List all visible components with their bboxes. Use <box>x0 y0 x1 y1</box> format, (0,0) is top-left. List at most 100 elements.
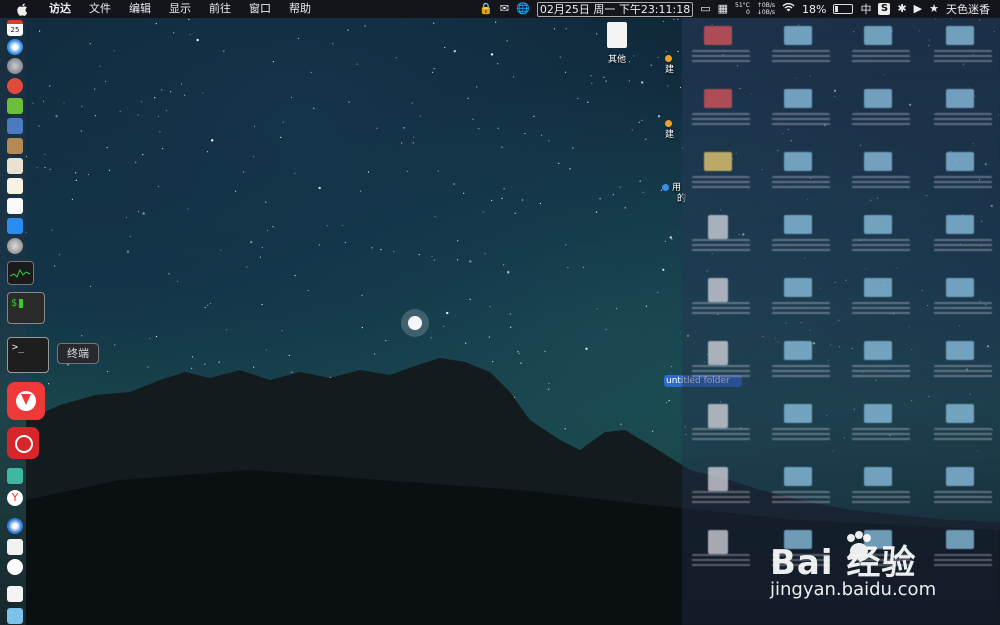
desktop-folder-item[interactable] <box>772 278 830 320</box>
notes-icon[interactable] <box>7 178 23 194</box>
desktop-folder-item[interactable] <box>934 152 992 194</box>
desktop-folder-item[interactable] <box>692 26 750 68</box>
music-disc-icon <box>15 435 33 453</box>
folder-icon <box>864 404 892 423</box>
desktop-folder-item[interactable] <box>852 152 910 194</box>
desktop-folder-item[interactable] <box>772 467 830 509</box>
desktop-folder-item[interactable] <box>852 341 910 383</box>
menu-edit[interactable]: 编辑 <box>120 0 160 18</box>
desktop-label-1[interactable]: 建 <box>665 54 675 76</box>
display-icon[interactable]: ▭ <box>700 0 710 18</box>
folder-caption <box>692 50 750 64</box>
folder-icon <box>708 278 728 302</box>
desktop-folder-item[interactable] <box>772 152 830 194</box>
book-icon[interactable] <box>7 138 23 154</box>
dock: 25 $ >_ Y <box>0 18 49 625</box>
desktop-folder-item[interactable] <box>692 404 750 446</box>
desktop-folder-item[interactable] <box>934 530 992 572</box>
green-app-icon[interactable] <box>7 468 23 484</box>
desktop-folder-item[interactable] <box>772 89 830 131</box>
document-icon[interactable] <box>7 586 23 602</box>
photos-icon[interactable] <box>7 158 23 174</box>
bluetooth-icon[interactable]: ✱ <box>897 0 906 18</box>
desktop-folder-item[interactable] <box>692 215 750 257</box>
desktop-folder-item[interactable] <box>934 341 992 383</box>
desktop-folder-item[interactable] <box>934 215 992 257</box>
desktop-folder-item[interactable] <box>692 89 750 131</box>
vivaldi-icon[interactable] <box>7 382 45 420</box>
apple-icon[interactable] <box>14 0 30 18</box>
app-icon[interactable]: ▦ <box>718 0 728 18</box>
message-icon[interactable]: ✉ <box>500 0 509 18</box>
desktop-folder-item[interactable] <box>692 467 750 509</box>
menu-help[interactable]: 帮助 <box>280 0 320 18</box>
s-app-icon[interactable]: S <box>878 3 891 15</box>
preview-icon[interactable] <box>7 118 23 134</box>
launchpad-icon[interactable] <box>7 58 23 74</box>
desktop-folder-item[interactable] <box>934 89 992 131</box>
desktop-folder-item[interactable] <box>772 215 830 257</box>
user-name[interactable]: 天色迷香 <box>946 1 990 17</box>
folder-icon <box>708 215 728 239</box>
safari-icon[interactable] <box>7 39 23 55</box>
terminal-small-icon[interactable]: $ <box>7 292 45 324</box>
folder-caption <box>852 239 910 253</box>
globe-icon[interactable]: 🌐 <box>516 0 530 18</box>
folder-caption <box>692 113 750 127</box>
app-red-icon[interactable] <box>7 78 23 94</box>
watermark-url: jingyan.baidu.com <box>770 579 937 600</box>
menu-file[interactable]: 文件 <box>80 0 120 18</box>
calendar-icon[interactable]: 25 <box>7 20 23 36</box>
wifi-icon[interactable] <box>782 0 795 18</box>
network-speed[interactable]: ↑0B/s ↓0B/s <box>757 2 775 16</box>
appstore-icon[interactable] <box>7 218 23 234</box>
desktop-folder-item[interactable] <box>852 215 910 257</box>
desktop-folder-item[interactable] <box>772 341 830 383</box>
android-icon[interactable] <box>7 98 23 114</box>
activity-monitor-icon[interactable] <box>7 261 34 285</box>
desktop-label-2[interactable]: 建 <box>665 119 675 141</box>
yandex-icon[interactable]: Y <box>7 490 23 506</box>
settings-icon[interactable] <box>7 238 23 254</box>
menu-view[interactable]: 显示 <box>160 0 200 18</box>
menu-window[interactable]: 窗口 <box>240 0 280 18</box>
datetime[interactable]: 02月25日 周一 下午23:11:18 <box>536 1 694 17</box>
desktop-folder-item[interactable] <box>934 26 992 68</box>
desktop-folder-item[interactable] <box>934 404 992 446</box>
menu-go[interactable]: 前往 <box>200 0 240 18</box>
desktop-file-other[interactable]: 其他 <box>600 22 634 65</box>
terminal-icon[interactable]: >_ <box>7 337 49 373</box>
temperature-readout[interactable]: 51°C 0 <box>735 2 750 16</box>
desktop-folder-item[interactable] <box>772 404 830 446</box>
desktop-folder-item[interactable] <box>772 26 830 68</box>
desktop-folder-item[interactable] <box>692 278 750 320</box>
desktop-folder-item[interactable] <box>852 26 910 68</box>
desktop-folder-item[interactable] <box>934 467 992 509</box>
baidu-netdisk-icon[interactable] <box>7 559 23 575</box>
sound-icon[interactable]: ▶ <box>914 0 922 18</box>
folder-caption <box>852 302 910 316</box>
desktop-folder-item[interactable] <box>852 404 910 446</box>
lock-icon[interactable]: 🔒 <box>479 0 493 18</box>
folder-icon[interactable] <box>7 608 23 624</box>
desktop-folder-item[interactable] <box>692 341 750 383</box>
battery-percent[interactable]: 18% <box>802 3 826 16</box>
battery-icon[interactable] <box>833 4 854 14</box>
input-method[interactable]: 中 <box>860 1 871 17</box>
quicktime-icon[interactable] <box>7 518 23 534</box>
desktop-folder-item[interactable] <box>692 152 750 194</box>
folder-caption <box>852 50 910 64</box>
netease-music-icon[interactable] <box>7 427 39 459</box>
textedit-icon[interactable] <box>7 198 23 214</box>
status-area: 🔒 ✉ 🌐 02月25日 周一 下午23:11:18 ▭ ▦ 51°C 0 ↑0… <box>479 0 990 18</box>
desktop-folder-item[interactable] <box>852 467 910 509</box>
script-icon[interactable] <box>7 539 23 555</box>
temperature: 51°C <box>735 2 750 9</box>
desktop-folder-item[interactable] <box>934 278 992 320</box>
desktop-folder-item[interactable] <box>692 530 750 572</box>
folder-icon <box>946 215 974 234</box>
star-icon[interactable]: ★ <box>929 0 939 18</box>
desktop-folder-item[interactable] <box>852 278 910 320</box>
desktop-folder-item[interactable] <box>852 89 910 131</box>
menu-finder[interactable]: 访达 <box>40 0 80 18</box>
